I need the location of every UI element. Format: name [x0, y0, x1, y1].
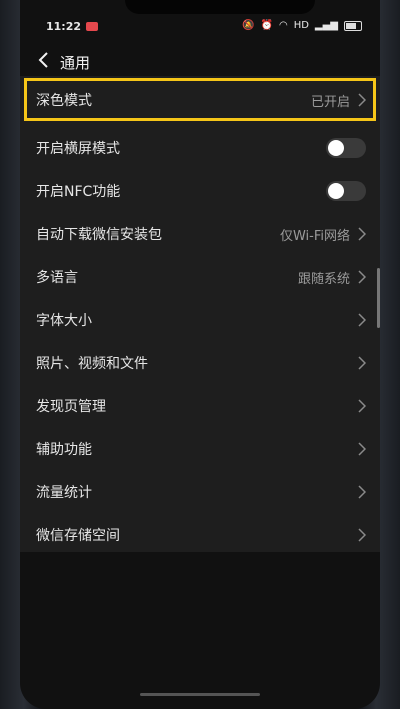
status-indicators: 🔕 ⏰ ◠ HD ▂▄▆: [242, 20, 362, 31]
setting-label: 流量统计: [36, 485, 92, 501]
chevron-left-icon: [38, 52, 48, 68]
setting-label: 开启NFC功能: [36, 184, 121, 200]
toggle-knob: [328, 183, 344, 199]
chevron-right-icon: [358, 227, 366, 241]
chevron-right-icon: [358, 313, 366, 327]
alarm-icon: ⏰: [260, 20, 273, 31]
setting-row-dark-mode[interactable]: 深色模式 已开启: [20, 78, 380, 121]
chevron-right-icon: [358, 485, 366, 499]
setting-label: 照片、视频和文件: [36, 356, 148, 372]
settings-list: 深色模式 已开启 开启横屏模式 开启NFC功能 自动下载微信安装包 仅Wi-Fi…: [20, 76, 380, 552]
status-time: 11:22: [46, 20, 82, 33]
setting-label: 自动下载微信安装包: [36, 227, 162, 243]
chevron-right-icon: [358, 442, 366, 456]
phone-screen: 11:22 🔕 ⏰ ◠ HD ▂▄▆ 通用 深色模式 已开启 开启横屏模式 开启…: [20, 0, 380, 709]
setting-label: 深色模式: [36, 93, 92, 109]
setting-row-auto-download[interactable]: 自动下载微信安装包 仅Wi-Fi网络: [20, 212, 380, 255]
header: 通用: [20, 44, 380, 78]
hd-label: HD: [293, 20, 309, 31]
chevron-right-icon: [358, 356, 366, 370]
setting-label: 多语言: [36, 270, 78, 286]
nfc-toggle[interactable]: [326, 181, 366, 201]
setting-row-discover[interactable]: 发现页管理: [20, 384, 380, 427]
chevron-right-icon: [358, 93, 366, 107]
scrollbar[interactable]: [377, 268, 380, 328]
setting-row-language[interactable]: 多语言 跟随系统: [20, 255, 380, 298]
mute-icon: 🔕: [242, 20, 255, 31]
setting-row-media[interactable]: 照片、视频和文件: [20, 341, 380, 384]
setting-value: 跟随系统: [297, 272, 350, 287]
setting-label: 开启横屏模式: [36, 141, 120, 157]
setting-value: 仅Wi-Fi网络: [279, 229, 350, 244]
toggle-knob: [328, 140, 344, 156]
back-button[interactable]: [34, 50, 54, 70]
home-indicator[interactable]: [140, 693, 260, 696]
setting-row-accessibility[interactable]: 辅助功能: [20, 427, 380, 470]
camera-notch: [125, 0, 315, 14]
setting-label: 辅助功能: [36, 442, 92, 458]
setting-row-storage[interactable]: 微信存储空间: [20, 513, 380, 556]
setting-row-nfc: 开启NFC功能: [20, 169, 380, 212]
setting-value: 已开启: [310, 95, 350, 110]
chevron-right-icon: [358, 528, 366, 542]
setting-label: 发现页管理: [36, 399, 106, 415]
wifi-icon: ◠: [278, 20, 288, 31]
chevron-right-icon: [358, 270, 366, 284]
setting-label: 微信存储空间: [36, 528, 120, 544]
recording-icon: [86, 22, 98, 31]
landscape-toggle[interactable]: [326, 138, 366, 158]
setting-label: 字体大小: [36, 313, 92, 329]
setting-row-data-usage[interactable]: 流量统计: [20, 470, 380, 513]
battery-icon: [344, 20, 362, 31]
page-title: 通用: [60, 54, 91, 72]
phone-frame: 11:22 🔕 ⏰ ◠ HD ▂▄▆ 通用 深色模式 已开启 开启横屏模式 开启…: [0, 0, 400, 709]
signal-icon: ▂▄▆: [314, 20, 338, 31]
status-bar: 11:22 🔕 ⏰ ◠ HD ▂▄▆: [20, 18, 380, 38]
chevron-right-icon: [358, 399, 366, 413]
setting-row-landscape: 开启横屏模式: [20, 126, 380, 169]
setting-row-font-size[interactable]: 字体大小: [20, 298, 380, 341]
